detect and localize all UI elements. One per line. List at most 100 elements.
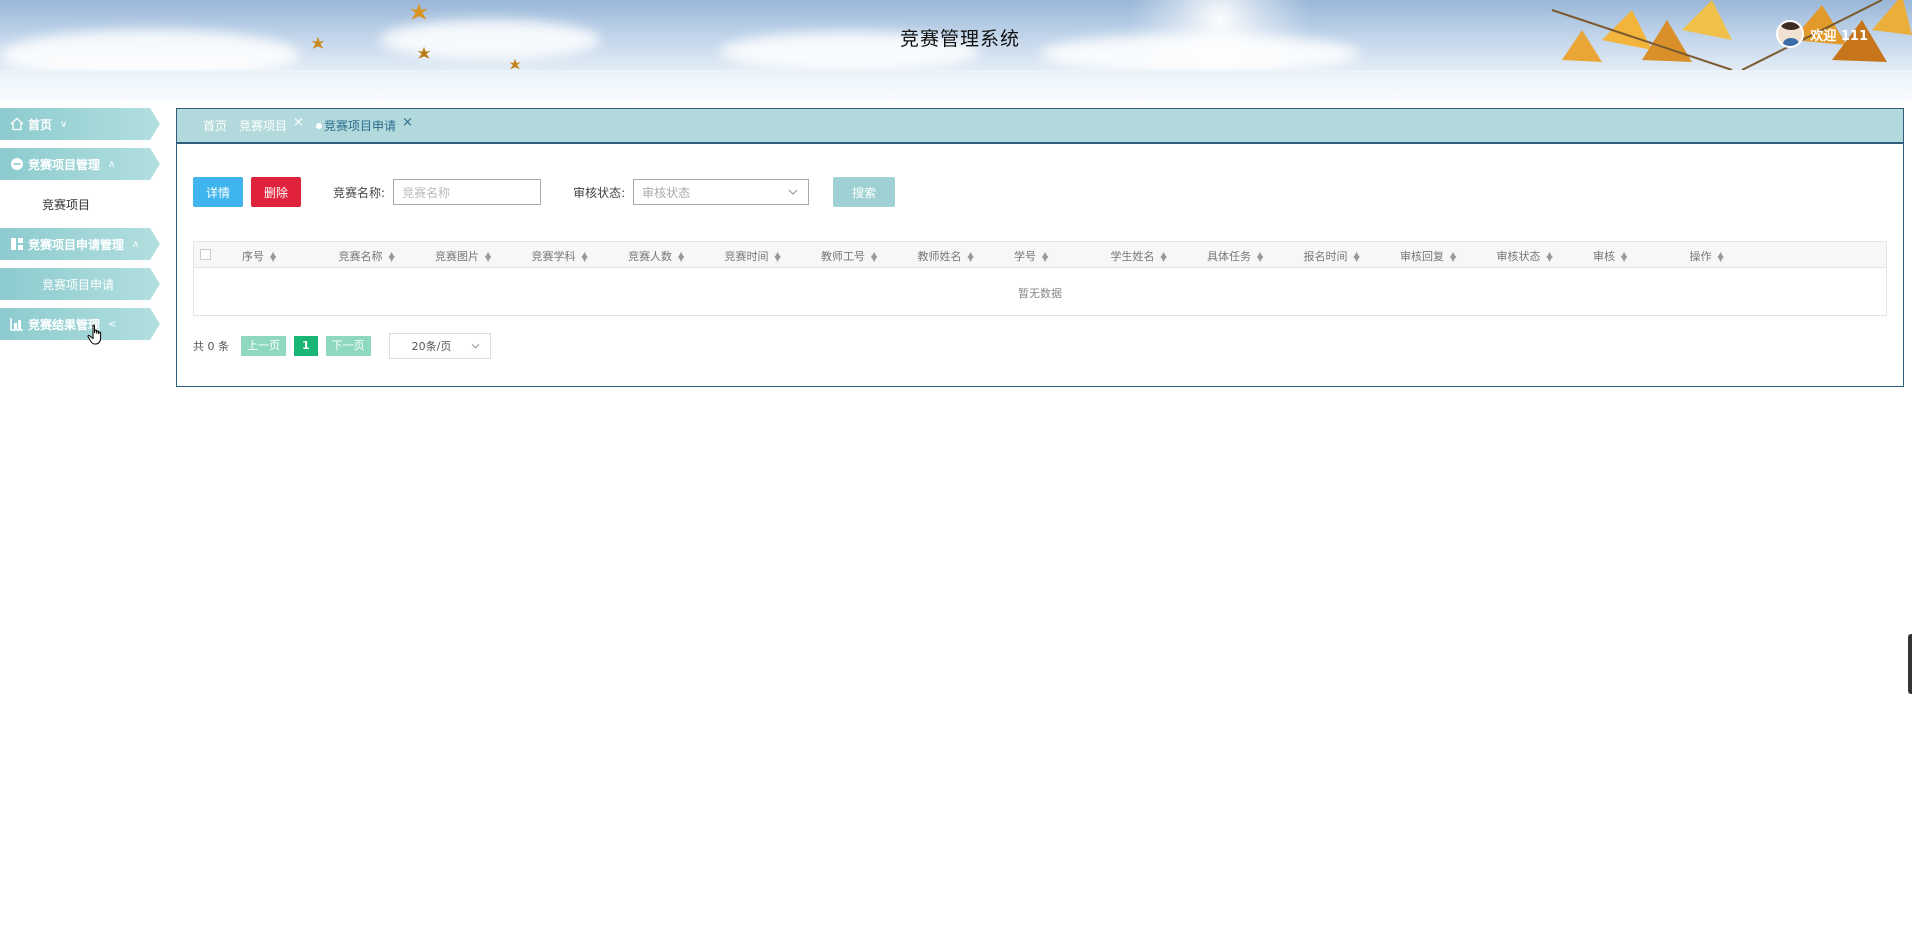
sort-icon[interactable]: ▲ ▼ [1042,251,1048,263]
column-header[interactable]: 教师工号 ▲ ▼ [821,248,877,264]
hand-cursor-icon [87,324,102,345]
chevron-up-icon: ∧ [108,158,116,170]
column-header[interactable]: 序号 ▲ ▼ [242,248,276,264]
toolbar: 详情 删除 竞赛名称: 竞赛名称 审核状态: 审核状态 搜索 [193,177,896,207]
column-header-label: 竞赛时间 [724,250,769,263]
page-size-value: 20条/页 [411,340,452,353]
sort-icon[interactable]: ▲ ▼ [389,251,395,263]
detail-button[interactable]: 详情 [193,177,244,207]
sort-icon[interactable]: ▲ ▼ [270,251,276,263]
chevron-left-icon: < [108,318,117,330]
page-number-button[interactable]: 1 [294,336,318,356]
header-subbar [0,70,1912,100]
column-header[interactable]: 学生姓名 ▲ ▼ [1111,248,1167,264]
column-header-label: 竞赛名称 [338,250,383,263]
sort-icon[interactable]: ▲ ▼ [678,251,684,263]
sort-icon[interactable]: ▲ ▼ [582,251,588,263]
column-header[interactable]: 学号 ▲ ▼ [1014,248,1048,264]
sidebar-subitem-competition-project[interactable]: 竞赛项目 [0,188,160,220]
sort-icon[interactable]: ▲ ▼ [1450,251,1456,263]
empty-state: 暂无数据 [1018,287,1062,300]
pagination: 共 0 条 上一页 1 下一页 20条/页 [193,333,491,359]
column-header-label: 审核 [1593,250,1615,263]
sidebar-subitem-label: 竞赛项目 [42,197,91,212]
sidebar-item-home[interactable]: 首页 ∨ [0,108,160,140]
competition-name-label: 竞赛名称: [333,185,386,200]
column-header[interactable]: 竞赛学科 ▲ ▼ [532,248,588,264]
column-header[interactable]: 竞赛人数 ▲ ▼ [628,248,684,264]
chevron-down-icon [788,189,798,195]
data-table: 序号 ▲ ▼ 竞赛名称 ▲ ▼ 竞赛图片 ▲ ▼ 竞赛学科 ▲ ▼ 竞赛人数 ▲ ▼ 竞赛时间 ▲ ▼ 教师工号 ▲ ▼… [193,241,1887,316]
column-header-label: 竞赛人数 [628,250,672,263]
tab-home[interactable]: 首页 [203,117,227,134]
sidebar-item-application-management[interactable]: 竞赛项目申请管理 ∧ [0,228,160,260]
column-header-label: 审核状态 [1496,250,1541,263]
sort-icon[interactable]: ▲ ▼ [1257,251,1263,263]
column-header[interactable]: 报名时间 ▲ ▼ [1304,248,1360,264]
sidebar-item-label: 竞赛项目管理 [28,157,101,172]
column-header[interactable]: 竞赛名称 ▲ ▼ [339,248,395,264]
column-header[interactable]: 操作 ▲ ▼ [1690,248,1724,264]
column-header[interactable]: 审核 ▲ ▼ [1593,248,1627,264]
app-header: 竞赛管理系统 欢迎 111 [0,0,1912,70]
close-icon[interactable]: × [402,115,413,130]
total-count: 共 0 条 [193,340,229,353]
sort-icon[interactable]: ▲ ▼ [1621,251,1627,263]
user-menu[interactable]: 欢迎 111 [1776,20,1868,48]
delete-button[interactable]: 删除 [251,177,302,207]
column-header-label: 操作 [1689,250,1712,263]
audit-status-select[interactable]: 审核状态 [633,179,810,205]
sort-icon[interactable]: ▲ ▼ [775,251,781,263]
select-all-checkbox[interactable] [200,249,211,260]
column-header[interactable]: 教师姓名 ▲ ▼ [918,248,974,264]
scrollbar-handle[interactable] [1908,634,1912,694]
column-header[interactable]: 具体任务 ▲ ▼ [1207,248,1263,264]
sort-icon[interactable]: ▲ ▼ [1161,251,1167,263]
sort-icon[interactable]: ▲ ▼ [871,251,877,263]
sort-icon[interactable]: ▲ ▼ [968,251,974,263]
avatar[interactable] [1776,20,1805,48]
sidebar-subitem-competition-application[interactable]: 竞赛项目申请 [0,268,160,300]
sort-icon[interactable]: ▲ ▼ [1354,251,1360,263]
sidebar: 首页 ∨ 竞赛项目管理 ∧ 竞赛项目 竞赛项目申请管理 ∧ 竞赛项目申请 竞赛结… [0,108,160,348]
chart-icon [10,318,23,331]
leaf-icon [410,3,428,20]
sort-icon[interactable]: ▲ ▼ [1718,251,1724,263]
sidebar-item-label: 竞赛项目申请管理 [28,237,125,252]
tab-competition-application[interactable]: 竞赛项目申请 [324,117,396,134]
search-button[interactable]: 搜索 [833,177,896,207]
next-page-button[interactable]: 下一页 [325,336,371,356]
sidebar-item-result-management[interactable]: 竞赛结果管理 < [0,308,160,340]
column-header-label: 教师工号 [821,250,865,263]
column-header-label: 学号 [1014,250,1036,263]
competition-name-input[interactable]: 竞赛名称 [393,179,542,205]
active-dot-icon [315,122,322,129]
column-header-label: 审核回复 [1400,250,1444,263]
column-header[interactable]: 竞赛图片 ▲ ▼ [435,248,491,264]
column-header-label: 竞赛学科 [531,250,576,263]
column-header-label: 具体任务 [1207,250,1251,263]
home-icon [10,117,24,131]
sidebar-subitem-label: 竞赛项目申请 [42,277,115,292]
close-icon[interactable]: × [293,115,304,130]
competition-name-placeholder: 竞赛名称 [402,185,451,200]
audit-status-label: 审核状态: [573,185,626,200]
sort-icon[interactable]: ▲ ▼ [1547,251,1553,263]
leaf-icon [509,58,521,70]
chevron-down-icon: ∨ [60,118,68,130]
minus-circle-icon [11,158,23,170]
sort-icon[interactable]: ▲ ▼ [485,251,491,263]
page-size-select[interactable]: 20条/页 [388,333,491,359]
tab-competition-project[interactable]: 竞赛项目 [239,117,287,134]
column-header[interactable]: 竞赛时间 ▲ ▼ [725,248,781,264]
sidebar-item-label: 首页 [28,117,53,132]
sidebar-item-competition-management[interactable]: 竞赛项目管理 ∧ [0,148,160,180]
prev-page-button[interactable]: 上一页 [241,336,286,356]
table-header: 序号 ▲ ▼ 竞赛名称 ▲ ▼ 竞赛图片 ▲ ▼ 竞赛学科 ▲ ▼ 竞赛人数 ▲ ▼ 竞赛时间 ▲ ▼ 教师工号 ▲ ▼… [194,242,1886,268]
column-header[interactable]: 审核状态 ▲ ▼ [1497,248,1553,264]
column-header-label: 教师姓名 [917,250,962,263]
chevron-down-icon [471,343,480,349]
column-header[interactable]: 审核回复 ▲ ▼ [1400,248,1456,264]
column-header-label: 报名时间 [1303,250,1348,263]
user-greeting: 欢迎 111 [1810,28,1868,44]
